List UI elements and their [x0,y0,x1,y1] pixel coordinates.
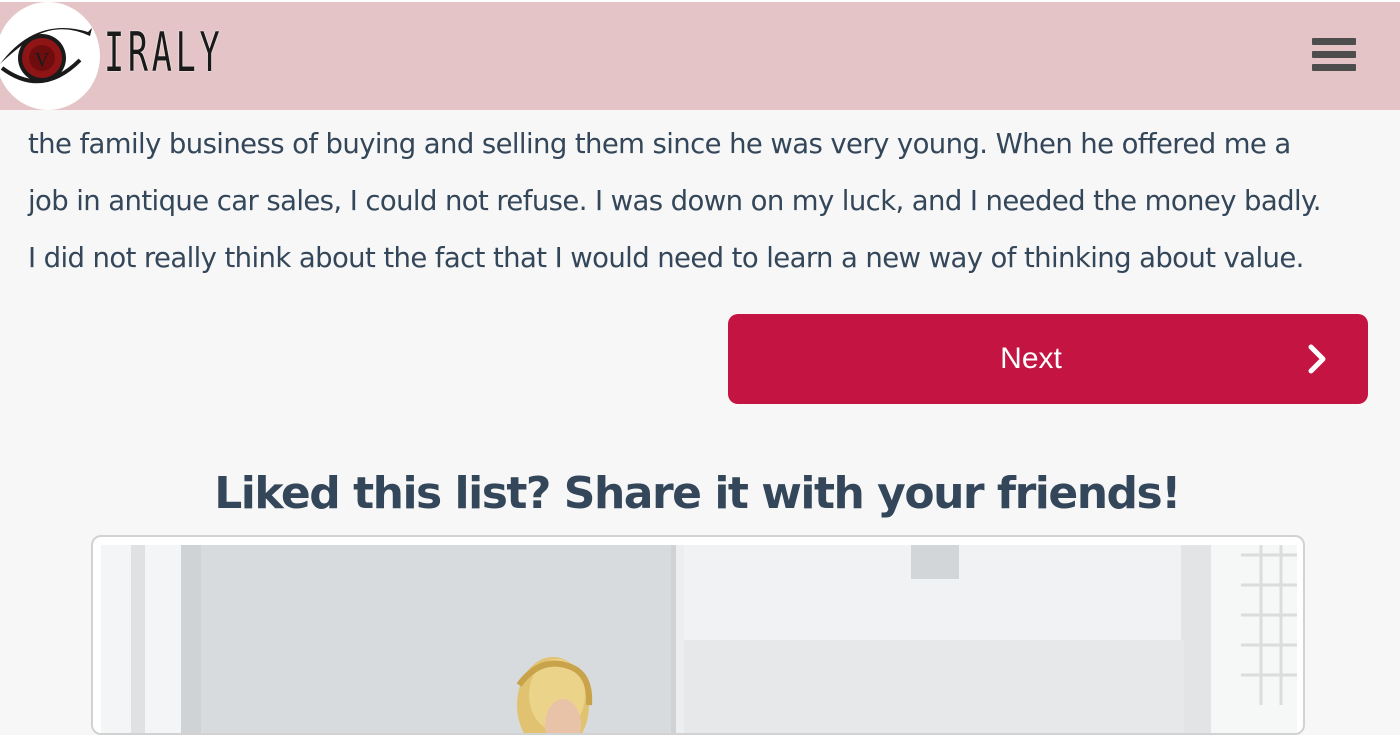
featured-photo [101,545,1297,733]
article-line: I did not really think about the fact th… [28,242,1304,274]
site-header: V IRALY [0,0,1400,110]
chevron-right-icon [1308,344,1326,374]
share-heading: Liked this list? Share it with your frie… [214,468,1181,519]
next-button[interactable]: Next [728,314,1368,404]
next-button-label: Next [1000,342,1062,375]
hamburger-menu-icon[interactable] [1312,38,1356,78]
logo-letter: V [35,49,50,71]
article-line: job in antique car sales, I could not re… [28,185,1322,217]
logo-wordmark[interactable]: IRALY [104,18,223,88]
article-line: the family business of buying and sellin… [28,128,1291,160]
article-body: the family business of buying and sellin… [28,116,1378,287]
featured-image-card[interactable] [91,535,1305,735]
logo-eye-icon[interactable]: V [0,2,100,110]
